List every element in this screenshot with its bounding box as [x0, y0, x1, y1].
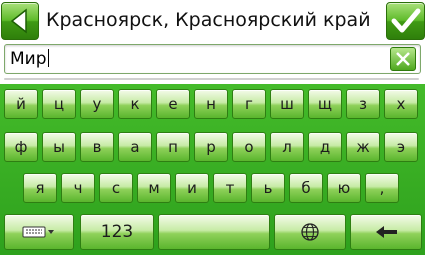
key-label: ш	[280, 95, 294, 113]
key-щ[interactable]: щ	[308, 89, 342, 119]
page-title: Красноярск, Красноярский край	[46, 9, 371, 31]
key-label: ю	[337, 179, 351, 197]
backspace-button[interactable]	[350, 214, 422, 250]
key-label: я	[35, 179, 45, 197]
key-label: о	[244, 138, 254, 156]
key-comma[interactable]: ,	[365, 173, 399, 203]
key-label: д	[319, 138, 331, 156]
clear-x-icon	[396, 52, 410, 66]
key-label: р	[206, 138, 216, 156]
space-bar[interactable]	[158, 214, 270, 250]
key-label: л	[282, 138, 292, 156]
keyboard-layout-icon	[22, 226, 54, 238]
key-label: п	[168, 138, 178, 156]
keyboard: й ц у к е н г ш щ з х ф ы в а п р о л д ж э я ч с м и т ь б ю, 123	[0, 84, 425, 255]
key-й[interactable]: й	[4, 89, 38, 119]
key-х[interactable]: х	[384, 89, 418, 119]
key-к[interactable]: к	[118, 89, 152, 119]
text-caret	[47, 49, 49, 67]
key-е[interactable]: е	[156, 89, 190, 119]
language-button[interactable]	[274, 214, 346, 250]
key-ш[interactable]: ш	[270, 89, 304, 119]
key-я[interactable]: я	[23, 173, 57, 203]
key-б[interactable]: б	[289, 173, 323, 203]
key-т[interactable]: т	[213, 173, 247, 203]
key-label: с	[111, 179, 121, 197]
key-label: ч	[73, 179, 83, 197]
backspace-arrow-icon	[376, 226, 397, 238]
key-д[interactable]: д	[308, 132, 342, 162]
key-в[interactable]: в	[80, 132, 114, 162]
key-ю[interactable]: ю	[327, 173, 361, 203]
key-п[interactable]: п	[156, 132, 190, 162]
top-bar: Красноярск, Красноярский край	[0, 0, 425, 40]
key-label: ы	[53, 138, 65, 156]
key-label: к	[130, 95, 140, 113]
key-а[interactable]: а	[118, 132, 152, 162]
key-label: е	[168, 95, 178, 113]
search-input[interactable]: Мир	[4, 44, 421, 74]
key-ь[interactable]: ь	[251, 173, 285, 203]
key-ч[interactable]: ч	[61, 173, 95, 203]
key-ц[interactable]: ц	[42, 89, 76, 119]
key-о[interactable]: о	[232, 132, 266, 162]
key-label: ж	[356, 138, 370, 156]
key-label: ь	[263, 179, 273, 197]
back-arrow-icon	[10, 8, 27, 34]
key-label: з	[359, 95, 367, 113]
search-input-text: Мир	[10, 49, 49, 69]
globe-icon	[301, 223, 319, 241]
key-г[interactable]: г	[232, 89, 266, 119]
key-label: и	[187, 179, 197, 197]
key-label: б	[301, 179, 311, 197]
numbers-button-label: 123	[100, 222, 134, 242]
key-label: й	[16, 95, 26, 113]
confirm-button[interactable]	[386, 2, 425, 40]
key-з[interactable]: з	[346, 89, 380, 119]
key-label: э	[396, 138, 406, 156]
key-label: т	[225, 179, 235, 197]
key-label: у	[92, 95, 102, 113]
key-label: ф	[14, 138, 28, 156]
key-э[interactable]: э	[384, 132, 418, 162]
key-м[interactable]: м	[137, 173, 171, 203]
key-ж[interactable]: ж	[346, 132, 380, 162]
divider	[4, 78, 419, 80]
key-label: х	[396, 95, 406, 113]
back-button[interactable]	[1, 2, 39, 40]
key-ф[interactable]: ф	[4, 132, 38, 162]
key-label: г	[245, 95, 253, 113]
search-input-value: Мир	[10, 49, 47, 69]
key-label: ц	[53, 95, 65, 113]
key-с[interactable]: с	[99, 173, 133, 203]
keyboard-layout-button[interactable]	[4, 214, 74, 250]
key-у[interactable]: у	[80, 89, 114, 119]
clear-button[interactable]	[390, 47, 416, 71]
key-label: м	[148, 179, 160, 197]
key-и[interactable]: и	[175, 173, 209, 203]
checkmark-icon	[391, 8, 421, 33]
key-н[interactable]: н	[194, 89, 228, 119]
key-label: а	[130, 138, 140, 156]
numbers-button[interactable]: 123	[80, 214, 154, 250]
key-label: в	[92, 138, 102, 156]
key-ы[interactable]: ы	[42, 132, 76, 162]
key-л[interactable]: л	[270, 132, 304, 162]
key-р[interactable]: р	[194, 132, 228, 162]
key-label: н	[206, 95, 216, 113]
key-label: щ	[317, 95, 333, 113]
key-label: ,	[379, 179, 385, 197]
